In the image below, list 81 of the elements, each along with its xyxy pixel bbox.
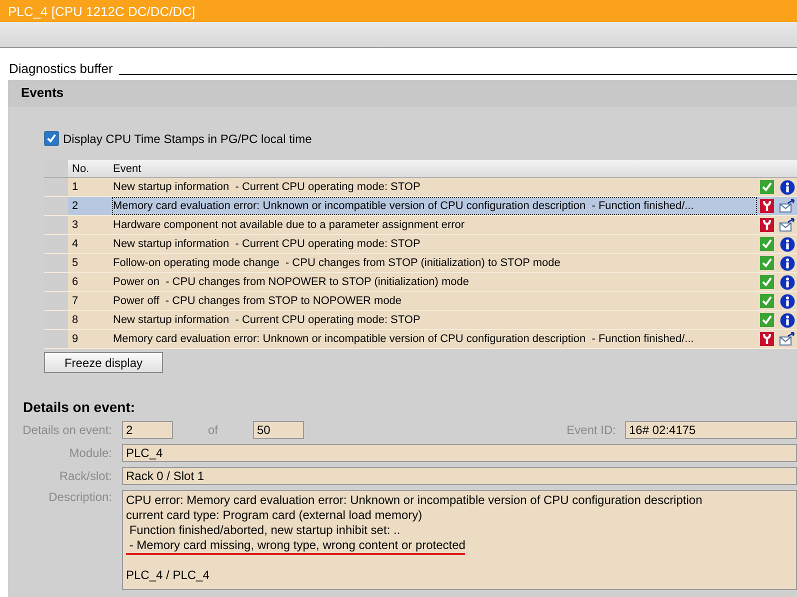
table-cell-text: Power on - CPU changes from NOPOWER to STOP (initialization) mode <box>112 275 470 290</box>
check-icon <box>760 275 774 289</box>
table-cell-text: 9 <box>71 333 80 345</box>
description-line: current card type: Program card (external load memory) <box>126 508 422 522</box>
description-line: PLC_4 / PLC_4 <box>126 568 210 582</box>
table-cell-text: 6 <box>71 276 80 288</box>
wrench-icon <box>760 332 774 346</box>
window-title: PLC_4 [CPU 1212C DC/DC/DC] <box>8 4 196 18</box>
table-cell-text: Power off - CPU changes from STOP to NOPOWER mode <box>112 294 403 309</box>
event-row[interactable]: 9 Memory card evaluation error: Unknown or incompatible version of CPU configuration description - Function finished/... <box>44 330 797 349</box>
row-header[interactable] <box>44 273 68 291</box>
check-icon <box>760 294 774 308</box>
details-heading: Details on event: <box>23 399 136 415</box>
row-header[interactable] <box>44 254 68 272</box>
info-icon <box>780 256 794 270</box>
row-header[interactable] <box>44 330 68 348</box>
event-row[interactable]: 4 New startup information - Current CPU operating mode: STOP <box>44 235 797 254</box>
description-line: Function finished/aborted, new startup inhibit set: .. <box>128 523 400 537</box>
event-row[interactable]: 5 Follow-on operating mode change - CPU changes from STOP (initialization) to STOP mode <box>44 254 797 273</box>
table-cell: Memory card evaluation error: Unknown or incompatible version of CPU configuration description - Function finished/... <box>112 197 757 215</box>
field-label: Module: <box>68 446 112 460</box>
row-header[interactable] <box>44 216 68 234</box>
event-number-field[interactable]: 2 <box>122 421 173 439</box>
field-label: Description: <box>48 490 112 504</box>
info-icon <box>780 274 794 290</box>
event-row[interactable]: 6 Power on - CPU changes from NOPOWER to STOP (initialization) mode <box>44 273 797 292</box>
info-icon <box>780 312 794 328</box>
row-header[interactable] <box>44 178 68 196</box>
checkbox-label: Display CPU Time Stamps in PG/PC local time <box>63 132 312 146</box>
table-cell-text: 4 <box>71 238 80 250</box>
event-total-field[interactable]: 50 <box>253 421 304 439</box>
envelope-icon <box>779 332 795 346</box>
field-label: Rack/slot: <box>58 469 112 483</box>
table-cell-text: 1 <box>71 181 80 193</box>
envelope-icon <box>779 218 795 232</box>
field-label: Event ID: <box>566 423 616 437</box>
row-header[interactable] <box>44 235 68 253</box>
check-icon <box>760 237 774 251</box>
check-icon <box>760 313 774 327</box>
table-cell-text: 3 <box>71 219 80 231</box>
event-row[interactable]: 2 Memory card evaluation error: Unknown or incompatible version of CPU configuration description - Function finished/... <box>44 197 797 216</box>
section-title: Diagnostics buffer <box>9 62 113 76</box>
table-cell-text: 2 <box>71 200 80 212</box>
of-label: of <box>206 423 219 437</box>
event-row[interactable]: 1 New startup information - Current CPU operating mode: STOP <box>44 178 797 197</box>
event-row[interactable]: 8 New startup information - Current CPU operating mode: STOP <box>44 311 797 330</box>
table-cell-text: New startup information - Current CPU operating mode: STOP <box>112 237 422 252</box>
description-field[interactable] <box>122 490 797 590</box>
freeze-display-button[interactable]: Freeze display <box>44 352 163 373</box>
field-label: Details on event: <box>22 423 112 437</box>
description-line: - Memory card missing, wrong type, wrong content or protected <box>126 538 466 555</box>
info-icon <box>780 180 794 194</box>
table-cell-text: 5 <box>71 257 80 269</box>
row-header[interactable] <box>44 292 68 310</box>
module-field[interactable]: PLC_4 <box>122 444 797 462</box>
table-cell-text: New startup information - Current CPU operating mode: STOP <box>112 313 422 328</box>
table-cell-text: 7 <box>71 295 80 307</box>
info-icon <box>780 236 794 252</box>
event-row[interactable]: 3 Hardware component not available due to a parameter assignment error <box>44 216 797 235</box>
table-cell-text: Hardware component not available due to a parameter assignment error <box>112 218 466 233</box>
envelope-icon <box>779 199 795 213</box>
event-id-field[interactable]: 16# 02:4175 <box>625 421 797 439</box>
table-cell-text: Memory card evaluation error: Unknown or incompatible version of CPU configuration description - Function finished/... <box>112 332 695 347</box>
wrench-icon <box>760 218 774 232</box>
table-cell-text: Follow-on operating mode change - CPU changes from STOP (initialization) to STOP mode <box>112 256 562 271</box>
table-cell-text: New startup information - Current CPU operating mode: STOP <box>112 180 422 195</box>
events-heading: Events <box>21 85 64 100</box>
check-icon <box>760 180 774 194</box>
checkbox-icon[interactable] <box>44 131 59 146</box>
check-icon <box>760 256 774 270</box>
wrench-icon <box>760 199 774 213</box>
column-header[interactable]: No. <box>68 162 112 174</box>
timestamp-checkbox[interactable]: Display CPU Time Stamps in PG/PC local time <box>44 131 797 146</box>
row-header[interactable] <box>44 197 68 215</box>
row-header[interactable] <box>44 311 68 329</box>
event-row[interactable]: 7 Power off - CPU changes from STOP to NOPOWER mode <box>44 292 797 311</box>
info-icon <box>780 294 794 308</box>
column-header[interactable]: Event <box>112 160 757 177</box>
description-line: CPU error: Memory card evaluation error: Unknown or incompatible version of CPU configuration description <box>126 493 702 507</box>
rack-slot-field[interactable]: Rack 0 / Slot 1 <box>122 467 797 485</box>
table-cell-text: 8 <box>71 314 80 326</box>
